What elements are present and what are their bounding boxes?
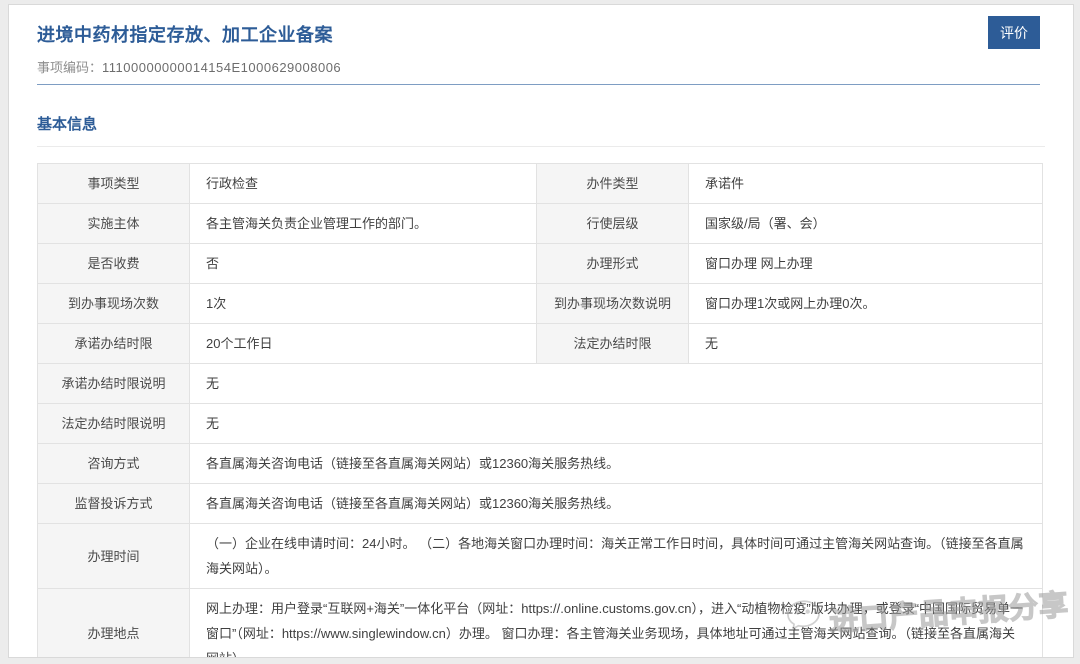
table-row: 承诺办结时限说明 无: [38, 364, 1043, 404]
row-label: 事项类型: [38, 164, 190, 204]
row-label: 实施主体: [38, 204, 190, 244]
row-label: 办理时间: [38, 524, 190, 589]
row-value: 无: [190, 364, 1043, 404]
row-value: 承诺件: [689, 164, 1043, 204]
row-value: 窗口办理1次或网上办理0次。: [689, 284, 1043, 324]
section-title-basic-info: 基本信息: [37, 113, 1040, 134]
row-value: 国家级/局（署、会）: [689, 204, 1043, 244]
item-code-value: 11100000000014154E1000629008006: [102, 60, 341, 75]
table-row: 法定办结时限说明 无: [38, 404, 1043, 444]
row-value: 各直属海关咨询电话（链接至各直属海关网站）或12360海关服务热线。: [190, 484, 1043, 524]
row-label: 法定办结时限说明: [38, 404, 190, 444]
row-value: （一）企业在线申请时间：24小时。 （二）各地海关窗口办理时间：海关正常工作日时…: [190, 524, 1043, 589]
row-label: 行使层级: [537, 204, 689, 244]
page-header: 进境中药材指定存放、加工企业备案 事项编码：11100000000014154E…: [9, 5, 1073, 76]
row-label: 办理地点: [38, 589, 190, 659]
row-label: 到办事现场次数说明: [537, 284, 689, 324]
table-row: 到办事现场次数 1次 到办事现场次数说明 窗口办理1次或网上办理0次。: [38, 284, 1043, 324]
row-value: 无: [689, 324, 1043, 364]
row-label: 承诺办结时限: [38, 324, 190, 364]
row-label: 是否收费: [38, 244, 190, 284]
row-value: 行政检查: [190, 164, 537, 204]
header-divider: [37, 84, 1040, 85]
table-row: 实施主体 各主管海关负责企业管理工作的部门。 行使层级 国家级/局（署、会）: [38, 204, 1043, 244]
table-row: 监督投诉方式 各直属海关咨询电话（链接至各直属海关网站）或12360海关服务热线…: [38, 484, 1043, 524]
row-label: 到办事现场次数: [38, 284, 190, 324]
row-value: 各直属海关咨询电话（链接至各直属海关网站）或12360海关服务热线。: [190, 444, 1043, 484]
row-label: 法定办结时限: [537, 324, 689, 364]
row-value: 各主管海关负责企业管理工作的部门。: [190, 204, 537, 244]
table-row: 是否收费 否 办理形式 窗口办理 网上办理: [38, 244, 1043, 284]
evaluate-button[interactable]: 评价: [988, 16, 1040, 49]
row-value: 网上办理：用户登录“互联网+海关”一体化平台（网址：https://.onlin…: [190, 589, 1043, 659]
row-label: 办理形式: [537, 244, 689, 284]
row-label: 咨询方式: [38, 444, 190, 484]
row-value: 1次: [190, 284, 537, 324]
table-row: 办理地点 网上办理：用户登录“互联网+海关”一体化平台（网址：https://.…: [38, 589, 1043, 659]
table-row: 事项类型 行政检查 办件类型 承诺件: [38, 164, 1043, 204]
page-title: 进境中药材指定存放、加工企业备案: [37, 21, 1040, 47]
item-code-line: 事项编码：11100000000014154E1000629008006: [37, 57, 1040, 76]
basic-info-table: 事项类型 行政检查 办件类型 承诺件 实施主体 各主管海关负责企业管理工作的部门…: [37, 163, 1043, 658]
item-code-label: 事项编码：: [37, 60, 102, 75]
table-row: 办理时间 （一）企业在线申请时间：24小时。 （二）各地海关窗口办理时间：海关正…: [38, 524, 1043, 589]
row-label: 办件类型: [537, 164, 689, 204]
row-label: 承诺办结时限说明: [38, 364, 190, 404]
row-label: 监督投诉方式: [38, 484, 190, 524]
row-value: 无: [190, 404, 1043, 444]
table-row: 咨询方式 各直属海关咨询电话（链接至各直属海关网站）或12360海关服务热线。: [38, 444, 1043, 484]
table-row: 承诺办结时限 20个工作日 法定办结时限 无: [38, 324, 1043, 364]
content-card: 进境中药材指定存放、加工企业备案 事项编码：11100000000014154E…: [8, 4, 1074, 658]
row-value: 20个工作日: [190, 324, 537, 364]
row-value: 窗口办理 网上办理: [689, 244, 1043, 284]
section-divider: [37, 146, 1045, 147]
row-value: 否: [190, 244, 537, 284]
